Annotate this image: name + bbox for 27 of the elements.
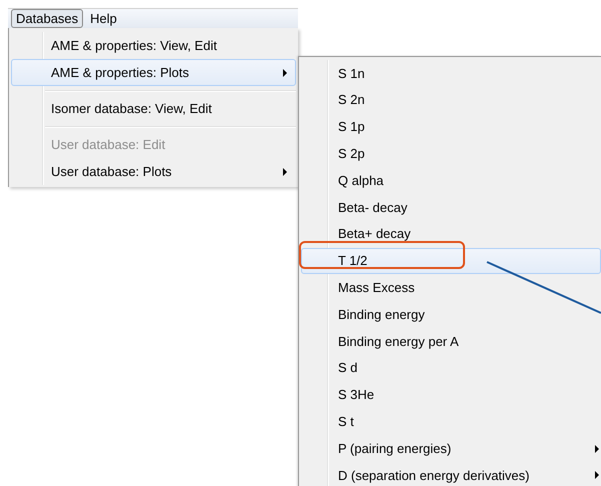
- submenu-item[interactable]: S 2p: [301, 140, 601, 168]
- submenu-item[interactable]: S d: [301, 354, 601, 382]
- submenu-item[interactable]: S 1n: [301, 60, 601, 87]
- submenu-item[interactable]: S 3He: [301, 382, 601, 408]
- submenu-item[interactable]: T 1/2: [301, 248, 601, 274]
- submenu-item[interactable]: Binding energy per A: [301, 328, 601, 355]
- submenu-item[interactable]: Mass Excess: [301, 274, 601, 302]
- submenu-arrow-icon: [283, 68, 287, 76]
- submenu-arrow-icon: [595, 444, 599, 453]
- submenu-item[interactable]: Beta+ decay: [301, 220, 601, 248]
- submenu-item[interactable]: Beta- decay: [301, 194, 601, 221]
- menu-item[interactable]: AME & properties: Plots: [11, 59, 296, 86]
- menu-bar-item[interactable]: Databases: [11, 9, 84, 28]
- submenu-arrow-icon: [595, 471, 599, 480]
- menu-item[interactable]: AME & properties: View, Edit: [11, 32, 296, 59]
- submenu-item[interactable]: Binding energy: [301, 301, 601, 328]
- submenu-arrow-icon: [283, 168, 287, 176]
- submenu-item[interactable]: D (separation energy derivatives): [301, 462, 601, 486]
- submenu-item[interactable]: P (pairing energies): [301, 435, 601, 462]
- submenu-item[interactable]: Q alpha: [301, 167, 601, 194]
- submenu-item[interactable]: S 2n: [301, 86, 601, 114]
- menu-item[interactable]: Isomer database: View, Edit: [11, 95, 296, 122]
- menu-item: User database: Edit: [50, 136, 166, 154]
- submenu-item[interactable]: S t: [301, 408, 601, 436]
- menu-item[interactable]: User database: Plots: [11, 158, 296, 185]
- menu-bar-item[interactable]: Help: [85, 9, 122, 28]
- submenu-item[interactable]: S 1p: [301, 114, 601, 140]
